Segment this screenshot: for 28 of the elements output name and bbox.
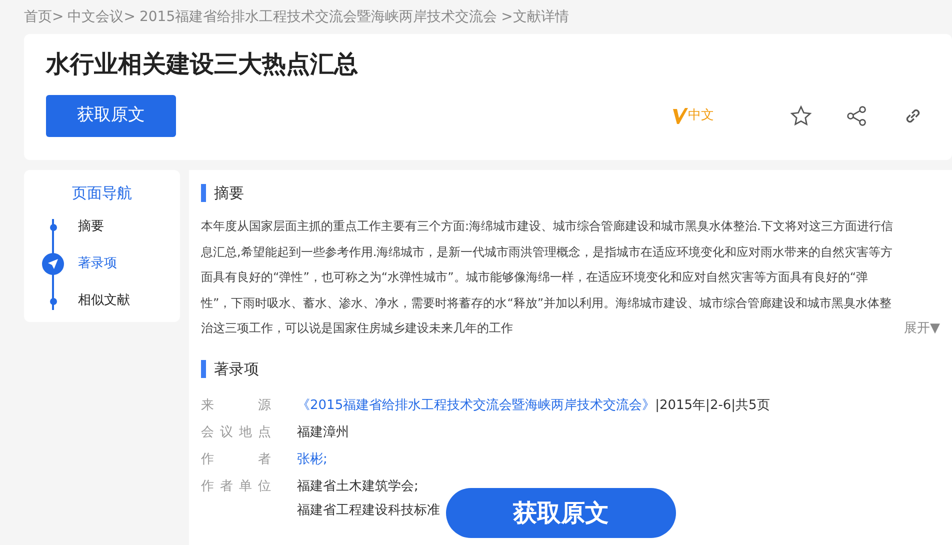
source-details: |2015年|2-6|共5页 [655, 398, 770, 412]
nav-item[interactable]: 著录项 [78, 254, 117, 274]
field-value: 福建省土木建筑学会; [297, 478, 420, 496]
nav-item[interactable]: 相似文献 [78, 291, 130, 311]
source-link[interactable]: 《2015福建省给排水工程技术交流会暨海峡两岸技术交流会》 [297, 398, 656, 412]
section-heading: 摘要 [201, 184, 940, 202]
star-icon[interactable] [790, 104, 812, 127]
field-label: 会议地点 [201, 424, 271, 442]
share-icon[interactable] [846, 104, 868, 127]
field-label: 作者 [201, 450, 271, 468]
article-title: 水行业相关建设三大热点汇总 [46, 50, 359, 79]
get-full-text-button[interactable]: 获取原文 [446, 488, 676, 538]
nav-item[interactable]: 摘要 [78, 217, 104, 237]
breadcrumb-link[interactable]: 中文会议> [68, 6, 136, 28]
v-logo-icon [672, 106, 688, 125]
abstract-text: 本年度从国家层面主抓的重点工作主要有三个方面:海绵城市建设、城市综合管廊建设和城市黑臭水体整治.下文将对这三方面进行信息汇总,希望能起到一些参考作用.海绵城市，是新一代城市雨洪管理概念，是指城市在适应环境变化和应对雨水带来的自然灾害等方面具有良好的“弹性”，也可称之为“水弹性城市”。城市能够像海绵一样，在适应环境变化和应对自然灾害等方面具有良好的“弹性”，下雨时吸水、蓄水、渗水、净水，需要时将蓄存的水“释放”并加以利用。海绵城市建设、城市综合管廊建设和城市黑臭水体整治这三项工作，可以说是国家住房城乡建设未来几年的工作 [201, 218, 894, 337]
get-full-text-button[interactable]: 获取原文 [46, 94, 176, 137]
language-label: 中文 [688, 107, 714, 126]
field-label: 来源 [201, 396, 271, 414]
breadcrumb-link[interactable]: 2015福建省给排水工程技术交流会暨海峡两岸技术交流会 [139, 6, 498, 28]
page-navigation-title: 页面导航 [71, 183, 133, 204]
field-value: 福建漳州 [297, 424, 349, 442]
section-heading: 著录项 [201, 360, 940, 378]
author-link[interactable]: 张彬; [297, 448, 328, 472]
breadcrumb-current: >文献详情 [501, 8, 569, 26]
field-value: 福建省工程建设科技标准 [297, 502, 440, 520]
breadcrumb-link[interactable]: 首页> [24, 6, 64, 28]
field-label: 作者单位 [201, 478, 271, 496]
